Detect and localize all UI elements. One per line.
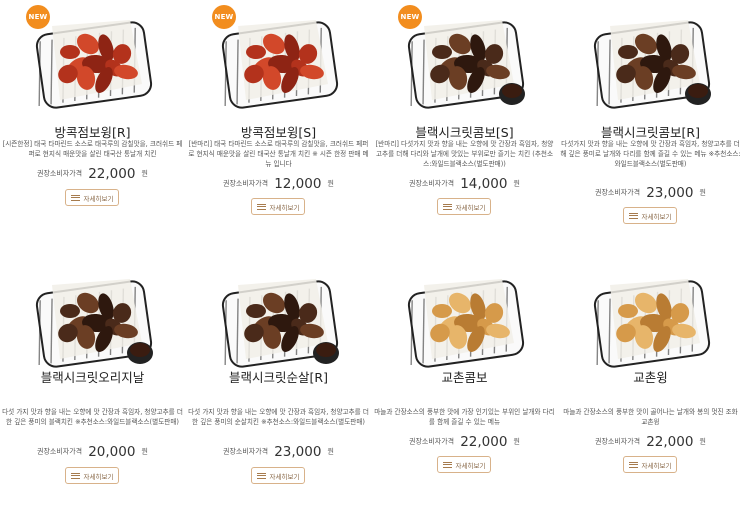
product-name[interactable]: 교촌콤보 bbox=[372, 367, 557, 386]
price-line: 권장소비자가격 23,000 원 bbox=[186, 441, 371, 460]
price-unit: 원 bbox=[327, 179, 334, 188]
detail-button-label: 자세히보기 bbox=[641, 212, 672, 221]
price-unit: 원 bbox=[327, 447, 334, 456]
chicken-basket-image bbox=[221, 279, 339, 368]
product-card[interactable]: 교촌콤보 마늘과 간장소스의 풍부한 맛에 가장 인기있는 부위인 날개와 다리… bbox=[372, 255, 557, 510]
product-photo[interactable] bbox=[30, 14, 155, 109]
product-description: 마늘과 간장소스의 풍부한 맛이 골어나는 날개와 봉의 멋진 조화 교촌윙 bbox=[563, 408, 738, 426]
price-label: 권장소비자가격 bbox=[37, 447, 83, 456]
price-value: 12,000 bbox=[274, 175, 322, 192]
product-description: 다섯 가지 맛과 향을 내는 오향에 맛 간장과 흑임자, 청양고추를 더한 깊… bbox=[188, 408, 369, 426]
product-card[interactable]: NEW 방콕점보윙[R] [시즌한정] 태국 타마린드 소스로 태국루의 감칠맛… bbox=[0, 0, 185, 255]
product-card[interactable]: 블랙시크릿오리지날 다섯 가지 맛과 향을 내는 오향에 맛 간장과 흑임자, … bbox=[0, 255, 185, 510]
product-description: 다섯 가지 맛과 향을 내는 오향에 맛 간장과 흑임자, 청양고추를 더한 깊… bbox=[2, 408, 183, 426]
product-photo[interactable] bbox=[588, 273, 713, 368]
detail-button-label: 자세히보기 bbox=[83, 472, 114, 481]
product-card[interactable]: 블랙시크릿콤보[R] 다섯가지 맛과 향을 내는 오향에 맛 간장과 흑임자, … bbox=[558, 0, 743, 255]
price-line: 권장소비자가격 22,000 원 bbox=[372, 431, 557, 450]
new-badge: NEW bbox=[212, 5, 236, 29]
price-value: 22,000 bbox=[88, 165, 136, 182]
menu-icon bbox=[442, 203, 452, 210]
price-unit: 원 bbox=[513, 437, 520, 446]
detail-button[interactable]: 자세히보기 bbox=[65, 467, 119, 484]
product-description: [반마리] 태국 타마린드 소스로 태국루의 감칠맛을, 크러쉬드 페퍼로 현지… bbox=[188, 140, 369, 168]
price-unit: 원 bbox=[699, 188, 706, 197]
price-label: 권장소비자가격 bbox=[37, 169, 83, 178]
product-name[interactable]: 블랙시크릿오리지날 bbox=[0, 367, 185, 386]
price-label: 권장소비자가격 bbox=[409, 437, 455, 446]
menu-icon bbox=[628, 212, 638, 219]
detail-button[interactable]: 자세히보기 bbox=[437, 456, 491, 473]
detail-button-label: 자세히보기 bbox=[83, 194, 114, 203]
product-name[interactable]: 교촌윙 bbox=[558, 367, 743, 386]
product-photo[interactable] bbox=[588, 14, 713, 109]
price-value: 23,000 bbox=[646, 184, 694, 201]
menu-icon bbox=[70, 194, 80, 201]
chicken-basket-image bbox=[407, 20, 525, 109]
menu-icon bbox=[70, 472, 80, 479]
chicken-basket-image bbox=[221, 20, 339, 109]
detail-button[interactable]: 자세히보기 bbox=[65, 189, 119, 206]
price-value: 20,000 bbox=[88, 443, 136, 460]
menu-icon bbox=[256, 472, 266, 479]
price-value: 22,000 bbox=[646, 433, 694, 450]
new-badge: NEW bbox=[26, 5, 50, 29]
price-value: 22,000 bbox=[460, 433, 508, 450]
price-line: 권장소비자가격 20,000 원 bbox=[0, 441, 185, 460]
price-line: 권장소비자가격 22,000 원 bbox=[558, 431, 743, 450]
menu-icon bbox=[256, 203, 266, 210]
product-description: [반마리] 다섯가지 맛과 향을 내는 오향에 맛 간장과 흑임자, 청양고추를… bbox=[375, 140, 554, 168]
price-label: 권장소비자가격 bbox=[409, 179, 455, 188]
product-name[interactable]: 블랙시크릿순살[R] bbox=[186, 367, 371, 386]
price-label: 권장소비자가격 bbox=[595, 437, 641, 446]
price-line: 권장소비자가격 14,000 원 bbox=[372, 173, 557, 192]
price-label: 권장소비자가격 bbox=[223, 179, 269, 188]
price-unit: 원 bbox=[699, 437, 706, 446]
price-value: 23,000 bbox=[274, 443, 322, 460]
product-photo[interactable] bbox=[216, 273, 341, 368]
product-card[interactable]: 블랙시크릿순살[R] 다섯 가지 맛과 향을 내는 오향에 맛 간장과 흑임자,… bbox=[186, 255, 371, 510]
product-card[interactable]: 교촌윙 마늘과 간장소스의 풍부한 맛이 골어나는 날개와 봉의 멋진 조화 교… bbox=[558, 255, 743, 510]
product-grid: NEW 방콕점보윙[R] [시즌한정] 태국 타마린드 소스로 태국루의 감칠맛… bbox=[0, 0, 743, 484]
product-photo[interactable] bbox=[216, 14, 341, 109]
product-description: 마늘과 간장소스의 풍부한 맛에 가장 인기있는 부위인 날개와 다리를 함께 … bbox=[374, 408, 555, 426]
price-line: 권장소비자가격 22,000 원 bbox=[0, 163, 185, 182]
price-unit: 원 bbox=[141, 169, 148, 178]
chicken-basket-image bbox=[407, 279, 525, 368]
chicken-basket-image bbox=[593, 279, 711, 368]
price-value: 14,000 bbox=[460, 175, 508, 192]
price-unit: 원 bbox=[513, 179, 520, 188]
menu-icon bbox=[628, 461, 638, 468]
product-description: [시즌한정] 태국 타마린드 소스로 태국루의 감칠맛을, 크러쉬드 페퍼로 현… bbox=[2, 140, 183, 158]
price-line: 권장소비자가격 23,000 원 bbox=[558, 182, 743, 201]
product-photo[interactable] bbox=[402, 273, 527, 368]
product-description: 다섯가지 맛과 향을 내는 오향에 맛 간장과 흑임자, 청양고추를 더해 깊은… bbox=[560, 140, 741, 168]
detail-button-label: 자세히보기 bbox=[455, 461, 486, 470]
detail-button-label: 자세히보기 bbox=[269, 472, 300, 481]
detail-button[interactable]: 자세히보기 bbox=[251, 198, 305, 215]
chicken-basket-image bbox=[35, 279, 153, 368]
detail-button-label: 자세히보기 bbox=[641, 461, 672, 470]
price-label: 권장소비자가격 bbox=[223, 447, 269, 456]
chicken-basket-image bbox=[593, 20, 711, 109]
product-card[interactable]: NEW 방콕점보윙[S] [반마리] 태국 타마린드 소스로 태국루의 감칠맛을… bbox=[186, 0, 371, 255]
chicken-basket-image bbox=[35, 20, 153, 109]
detail-button-label: 자세히보기 bbox=[269, 203, 300, 212]
menu-icon bbox=[442, 461, 452, 468]
product-photo[interactable] bbox=[30, 273, 155, 368]
detail-button[interactable]: 자세히보기 bbox=[623, 207, 677, 224]
product-photo[interactable] bbox=[402, 14, 527, 109]
new-badge: NEW bbox=[398, 5, 422, 29]
price-line: 권장소비자가격 12,000 원 bbox=[186, 173, 371, 192]
detail-button[interactable]: 자세히보기 bbox=[437, 198, 491, 215]
detail-button-label: 자세히보기 bbox=[455, 203, 486, 212]
detail-button[interactable]: 자세히보기 bbox=[251, 467, 305, 484]
price-label: 권장소비자가격 bbox=[595, 188, 641, 197]
product-card[interactable]: NEW 블랙시크릿콤보[S] [반마리] 다섯가지 맛과 향을 내는 오향에 맛… bbox=[372, 0, 557, 255]
detail-button[interactable]: 자세히보기 bbox=[623, 456, 677, 473]
price-unit: 원 bbox=[141, 447, 148, 456]
